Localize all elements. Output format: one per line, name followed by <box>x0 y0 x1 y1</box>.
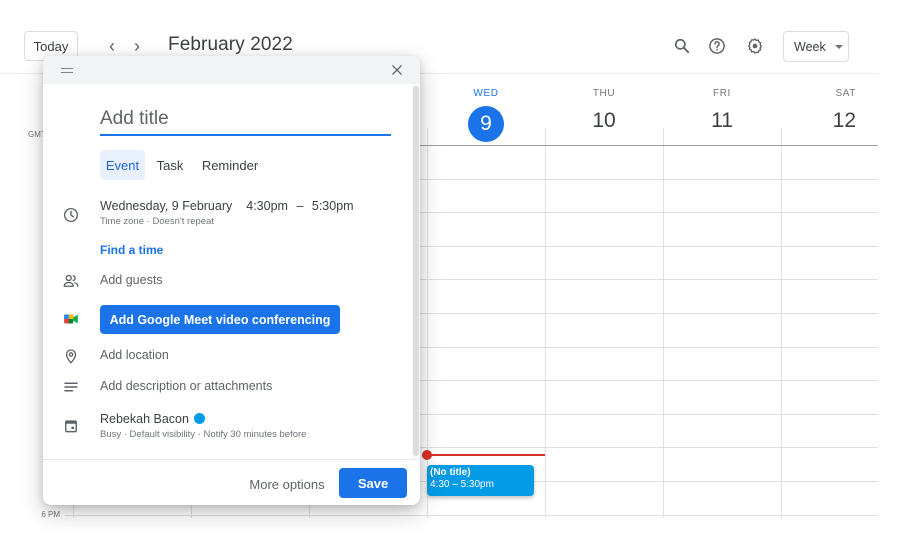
view-selector-label: Week <box>794 39 826 54</box>
search-icon[interactable] <box>670 34 694 58</box>
clock-icon <box>62 206 80 224</box>
event-time: 4:30 – 5:30pm <box>430 479 494 490</box>
day-column-divider <box>663 128 664 518</box>
day-column-divider <box>545 128 546 518</box>
drag-handle-icon[interactable] <box>61 68 73 73</box>
day-of-week: FRI <box>713 88 731 99</box>
calendar-app: Today ‹ › February 2022 Week WED 9 THU 1… <box>0 0 899 556</box>
caret-down-icon <box>834 44 843 49</box>
location-pin-icon <box>62 347 80 365</box>
day-number[interactable]: 10 <box>545 106 663 142</box>
calendar-owner-name: Rebekah Bacon <box>100 412 189 426</box>
event-title: (No title) <box>430 467 471 478</box>
end-time[interactable]: 5:30pm <box>312 199 354 213</box>
current-time-dot <box>422 450 432 460</box>
dialog-header <box>43 56 420 84</box>
footer-divider <box>43 459 420 460</box>
close-icon[interactable] <box>387 60 407 80</box>
calendar-color-dot <box>193 413 205 424</box>
tab-reminder[interactable]: Reminder <box>198 150 262 180</box>
time-separator: – <box>296 199 304 213</box>
add-description-field[interactable]: Add description or attachments <box>100 379 272 393</box>
description-icon <box>62 378 80 396</box>
hour-gridline <box>65 515 878 516</box>
start-time[interactable]: 4:30pm <box>246 199 288 213</box>
day-number[interactable]: 12 <box>781 106 856 142</box>
tab-task[interactable]: Task <box>152 150 188 180</box>
current-time-line <box>427 454 545 456</box>
month-title: February 2022 <box>168 34 293 55</box>
add-guests-field[interactable]: Add guests <box>100 273 163 287</box>
day-header-thu[interactable]: THU 10 <box>545 86 663 142</box>
calendar-owner[interactable]: Rebekah Bacon <box>100 412 205 426</box>
find-a-time-link[interactable]: Find a time <box>100 243 163 257</box>
tab-event[interactable]: Event <box>100 150 145 180</box>
help-icon[interactable] <box>705 34 729 58</box>
add-google-meet-button[interactable]: Add Google Meet video conferencing <box>100 305 340 334</box>
save-button[interactable]: Save <box>339 468 407 498</box>
hour-label: 6 PM <box>41 510 60 519</box>
calendar-subtext[interactable]: Busy · Default visibility · Notify 30 mi… <box>100 429 306 440</box>
view-selector[interactable]: Week <box>783 31 849 62</box>
day-number-today[interactable]: 9 <box>468 106 504 142</box>
time-subtext[interactable]: Time zone · Doesn't repeat <box>100 216 214 227</box>
add-location-field[interactable]: Add location <box>100 348 169 362</box>
settings-icon[interactable] <box>743 34 767 58</box>
day-of-week: SAT <box>835 88 856 99</box>
day-header-fri[interactable]: FRI 11 <box>663 86 781 142</box>
day-header-wed[interactable]: WED 9 <box>427 86 545 142</box>
calendar-icon <box>62 417 80 435</box>
day-column-divider <box>781 128 782 518</box>
more-options-button[interactable]: More options <box>242 470 332 498</box>
day-header-sat[interactable]: SAT 12 <box>781 86 881 142</box>
event-date[interactable]: Wednesday, 9 February <box>100 199 232 213</box>
quick-event-dialog: Event Task Reminder Wednesday, 9 Februar… <box>43 56 420 505</box>
day-of-week: THU <box>592 88 616 99</box>
google-meet-icon <box>62 310 80 328</box>
event-datetime[interactable]: Wednesday, 9 February 4:30pm – 5:30pm <box>100 199 354 213</box>
draft-event-chip[interactable]: (No title) 4:30 – 5:30pm <box>427 465 534 496</box>
guests-icon <box>62 272 80 290</box>
day-of-week: WED <box>473 88 499 99</box>
title-input[interactable] <box>100 106 391 136</box>
day-number[interactable]: 11 <box>663 106 781 142</box>
scrollbar-thumb[interactable] <box>413 86 419 456</box>
